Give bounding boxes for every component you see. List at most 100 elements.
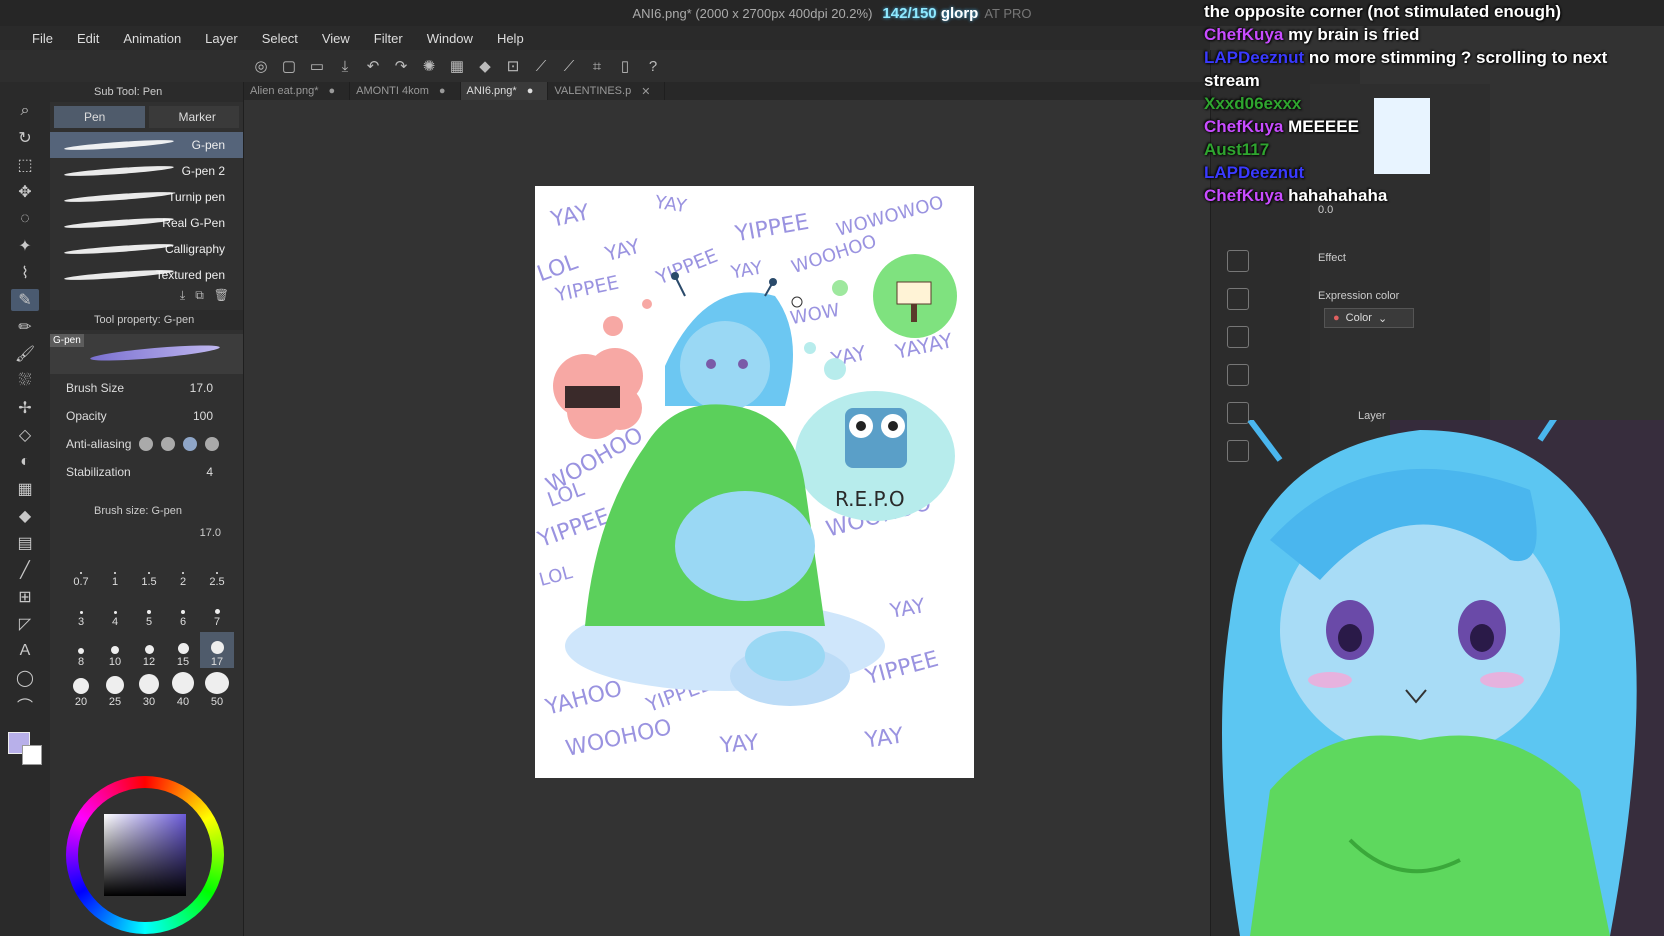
size-preset[interactable]: 25 <box>98 672 132 708</box>
snap-ruler-icon[interactable]: ⟋ <box>530 55 552 77</box>
size-preset[interactable]: 4 <box>98 592 132 628</box>
menu-help[interactable]: Help <box>485 31 536 46</box>
menu-window[interactable]: Window <box>415 31 485 46</box>
snap-grid-icon[interactable]: ⌗ <box>586 55 608 77</box>
size-preset[interactable]: 12 <box>132 632 166 668</box>
eraser-icon[interactable]: ◇ <box>11 424 39 446</box>
gradient-icon[interactable]: ▤ <box>11 532 39 554</box>
close-icon[interactable]: ✕ <box>641 85 650 98</box>
aa-medium-option[interactable] <box>183 437 198 451</box>
airbrush-icon[interactable]: ⛆ <box>11 370 39 392</box>
stabilization-value[interactable]: 4 <box>206 465 213 479</box>
doc-tab-active[interactable]: ANI6.png* ● <box>460 82 549 100</box>
size-preset[interactable]: 40 <box>166 672 200 708</box>
stabilization-row[interactable]: Stabilization 4 <box>50 458 243 486</box>
menu-animation[interactable]: Animation <box>111 31 193 46</box>
menu-select[interactable]: Select <box>250 31 310 46</box>
pen-icon[interactable]: ✎ <box>11 289 39 311</box>
brush-icon[interactable]: 🖌 <box>11 343 39 365</box>
color-wheel[interactable] <box>66 776 224 934</box>
size-preset[interactable]: 50 <box>200 672 234 708</box>
size-preset[interactable]: 1 <box>98 552 132 588</box>
decoration-icon[interactable]: ✢ <box>11 397 39 419</box>
open-file-icon[interactable]: ▭ <box>306 55 328 77</box>
saturation-value-square[interactable] <box>104 814 186 896</box>
opacity-row[interactable]: Opacity 100 <box>50 402 243 430</box>
size-preset[interactable]: 20 <box>64 672 98 708</box>
doc-tab[interactable]: Alien eat.png* ● <box>244 82 351 100</box>
pencil-icon[interactable]: ✏ <box>11 316 39 338</box>
material-icon[interactable] <box>1227 326 1249 348</box>
drawing-canvas[interactable]: YAY YAY YIPPEE WOWOWOO LOL YAY YIPPEE YI… <box>535 186 974 778</box>
move-icon[interactable]: ✥ <box>11 181 39 203</box>
sub-color-swatch[interactable] <box>22 745 42 765</box>
size-preset[interactable]: 8 <box>64 632 98 668</box>
aa-weak-option[interactable] <box>161 437 176 451</box>
size-preset[interactable]: 10 <box>98 632 132 668</box>
menu-file[interactable]: File <box>20 31 65 46</box>
redo-icon[interactable]: ↷ <box>390 55 412 77</box>
blend-icon[interactable]: ◐ <box>11 451 39 473</box>
menu-view[interactable]: View <box>310 31 362 46</box>
app-logo-icon[interactable]: ◎ <box>250 55 272 77</box>
expression-color-select[interactable]: ● Color ⌄ <box>1324 308 1414 328</box>
size-preset[interactable]: 6 <box>166 592 200 628</box>
fill-icon[interactable]: ◆ <box>474 55 496 77</box>
duplicate-icon[interactable]: ⧉ <box>195 288 204 310</box>
brush-item[interactable]: G-pen 2 <box>50 158 243 184</box>
size-preset[interactable]: 2 <box>166 552 200 588</box>
size-preset[interactable]: 2.5 <box>200 552 234 588</box>
correct-line-icon[interactable]: ⌒ <box>11 694 39 716</box>
brush-item[interactable]: Real G-Pen <box>50 210 243 236</box>
doc-tab[interactable]: AMONTI 4kom ● <box>350 82 461 100</box>
size-preset[interactable]: 0.7 <box>64 552 98 588</box>
snap-special-ruler-icon[interactable]: ⟋ <box>558 55 580 77</box>
opacity-value[interactable]: 100 <box>193 409 213 423</box>
ruler-icon[interactable]: ◸ <box>11 613 39 635</box>
size-preset[interactable]: 30 <box>132 672 166 708</box>
brush-size-value[interactable]: 17.0 <box>190 381 213 395</box>
trash-icon[interactable]: 🗑 <box>214 288 229 310</box>
layer-property-icon[interactable] <box>1227 250 1249 272</box>
menu-layer[interactable]: Layer <box>193 31 250 46</box>
brush-size-slider[interactable]: 17.0 <box>50 522 243 544</box>
size-preset-selected[interactable]: 17 <box>200 632 234 668</box>
size-preset[interactable]: 15 <box>166 632 200 668</box>
aa-none-option[interactable] <box>139 437 154 451</box>
brush-item[interactable]: G-pen <box>50 132 243 158</box>
brush-size-panel-value[interactable]: 17.0 <box>200 527 221 539</box>
undo-icon[interactable]: ↶ <box>362 55 384 77</box>
rotate-icon[interactable]: ↻ <box>11 127 39 149</box>
size-preset[interactable]: 5 <box>132 592 166 628</box>
magic-wand-icon[interactable]: ✦ <box>11 235 39 257</box>
frame-icon[interactable]: ⊞ <box>11 586 39 608</box>
download-icon[interactable]: ⤓ <box>180 288 185 310</box>
history-icon[interactable] <box>1227 364 1249 386</box>
fill-bucket-icon[interactable]: ◆ <box>11 505 39 527</box>
brush-size-row[interactable]: Brush Size 17.0 <box>50 374 243 402</box>
size-preset[interactable]: 3 <box>64 592 98 628</box>
zoom-icon[interactable]: ⌕ <box>11 100 39 122</box>
transform-icon[interactable]: ⊡ <box>502 55 524 77</box>
size-preset[interactable]: 7 <box>200 592 234 628</box>
loading-icon[interactable]: ✺ <box>418 55 440 77</box>
menu-edit[interactable]: Edit <box>65 31 111 46</box>
tab-pen[interactable]: Pen <box>54 106 145 128</box>
object-icon[interactable]: ⬚ <box>11 154 39 176</box>
aa-strong-option[interactable] <box>205 437 220 451</box>
help-icon[interactable]: ? <box>642 55 664 77</box>
text-icon[interactable]: A <box>11 640 39 662</box>
new-file-icon[interactable]: ▢ <box>278 55 300 77</box>
menu-filter[interactable]: Filter <box>362 31 415 46</box>
balloon-icon[interactable]: ◯ <box>11 667 39 689</box>
brush-item[interactable]: Calligraphy <box>50 236 243 262</box>
tab-marker[interactable]: Marker <box>148 106 239 128</box>
doc-tab[interactable]: VALENTINES.p ✕ <box>548 82 666 100</box>
device-icon[interactable]: ▯ <box>614 55 636 77</box>
size-preset[interactable]: 1.5 <box>132 552 166 588</box>
brush-item[interactable]: Turnip pen <box>50 184 243 210</box>
layer-search-icon[interactable] <box>1227 288 1249 310</box>
lasso-icon[interactable]: ◌ <box>11 208 39 230</box>
eyedropper-icon[interactable]: ⌇ <box>11 262 39 284</box>
save-icon[interactable]: ⤓ <box>334 55 356 77</box>
